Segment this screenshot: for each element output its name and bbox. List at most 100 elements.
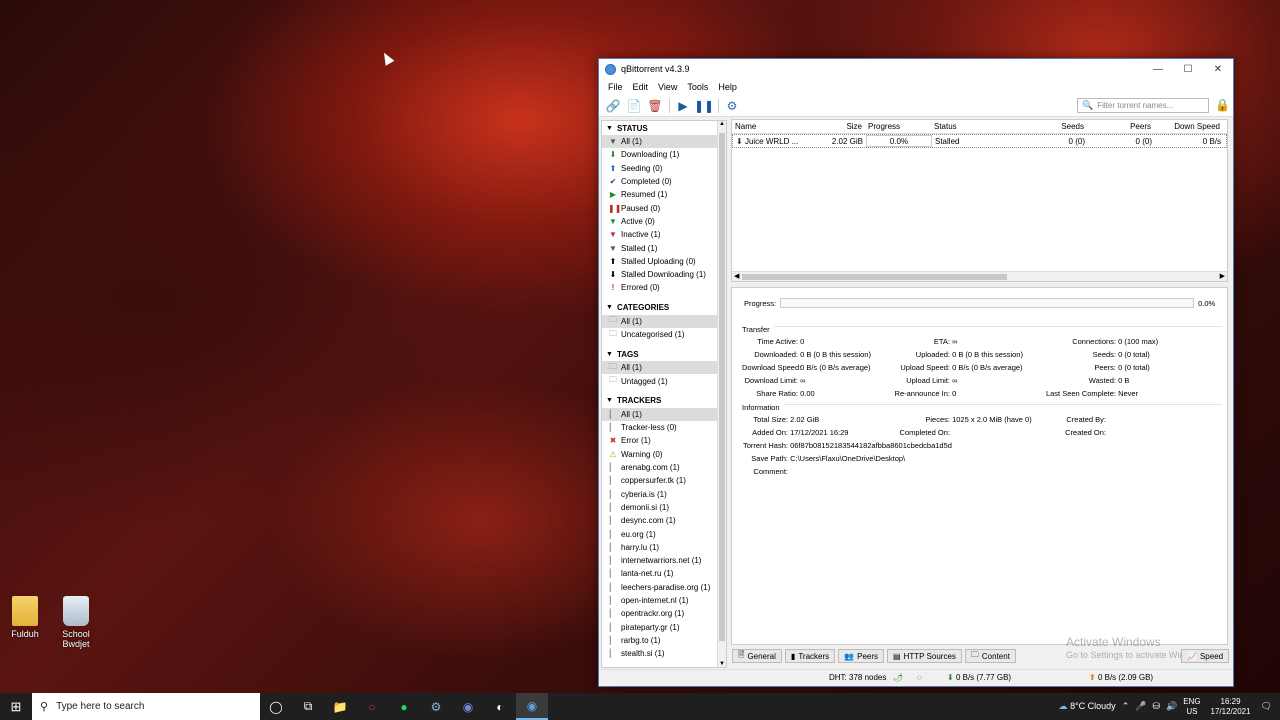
scroll-right-icon[interactable]: ▶ xyxy=(1220,272,1225,280)
status-stalled-downloading[interactable]: ⬇ Stalled Downloading (1) xyxy=(602,268,726,281)
tracker-item[interactable]: ⚠ Warning (0) xyxy=(602,448,726,461)
tracker-item[interactable]: ▏ arenabg.com (1) xyxy=(602,461,726,474)
steam-app[interactable]: ⚙ xyxy=(420,693,452,720)
qbittorrent-app[interactable]: ◉ xyxy=(516,693,548,720)
category-all[interactable]: 🗀 All (1) xyxy=(602,314,726,328)
status-seeding[interactable]: ⬆ Seeding (0) xyxy=(602,162,726,175)
delete-button[interactable]: 🗑 xyxy=(645,97,665,115)
scroll-left-icon[interactable]: ◀ xyxy=(734,272,739,280)
clock[interactable]: 16:29 17/12/2021 xyxy=(1207,697,1255,717)
cortana-button[interactable]: ◯ xyxy=(260,693,292,720)
title-bar[interactable]: qBittorrent v4.3.9 — ☐ ✕ xyxy=(599,59,1233,79)
tracker-item[interactable]: ▏ pirateparty.gr (1) xyxy=(602,621,726,634)
column-name[interactable]: Name xyxy=(732,122,797,131)
tags-section-header[interactable]: ▼ TAGS xyxy=(602,347,726,361)
column-size[interactable]: Size xyxy=(797,122,865,131)
tracker-item[interactable]: ▏ open-internet.nl (1) xyxy=(602,594,726,607)
tracker-item[interactable]: ▏ demonii.si (1) xyxy=(602,501,726,514)
volume-icon[interactable]: 🔊 xyxy=(1166,701,1177,712)
close-button[interactable]: ✕ xyxy=(1203,59,1233,79)
desktop-icon-recycle-bin[interactable]: School Bwdjet xyxy=(51,596,101,649)
add-torrent-file-button[interactable]: 📄 xyxy=(624,97,644,115)
tracker-item[interactable]: ✖ Error (1) xyxy=(602,434,726,447)
file-explorer-app[interactable]: 📁 xyxy=(324,693,356,720)
tag-all[interactable]: 🗀 All (1) xyxy=(602,361,726,375)
speed-limit-icon[interactable]: ◌ xyxy=(917,673,922,682)
weather-widget[interactable]: ☁ 8°C Cloudy xyxy=(1059,701,1116,712)
pause-button[interactable]: ❚❚ xyxy=(694,97,714,115)
menu-edit[interactable]: Edit xyxy=(628,82,654,92)
resume-button[interactable]: ▶ xyxy=(673,97,693,115)
sidebar-scrollbar[interactable]: ▲ ▼ xyxy=(717,121,726,667)
chevron-up-icon[interactable]: ⌃ xyxy=(1122,701,1130,712)
status-all[interactable]: ▼ All (1) xyxy=(602,135,726,149)
status-completed[interactable]: ✔ Completed (0) xyxy=(602,175,726,188)
tracker-item[interactable]: ▏ All (1) xyxy=(602,407,726,422)
status-active[interactable]: ▼ Active (0) xyxy=(602,215,726,228)
tracker-item[interactable]: ▏ internetwarriors.net (1) xyxy=(602,554,726,567)
horizontal-scrollbar[interactable]: ◀ ▶ xyxy=(732,271,1227,281)
add-link-button[interactable]: 🔗 xyxy=(603,97,623,115)
tracker-item[interactable]: ▏ lanta-net.ru (1) xyxy=(602,567,726,580)
lock-icon[interactable]: 🔒 xyxy=(1215,98,1230,113)
tracker-item[interactable]: ▏ opentrackr.org (1) xyxy=(602,607,726,620)
language-indicator[interactable]: ENG US xyxy=(1183,697,1200,717)
status-stalled[interactable]: ▼ Stalled (1) xyxy=(602,241,726,254)
tracker-item[interactable]: ▏ coppersurfer.tk (1) xyxy=(602,474,726,487)
desktop-icon-folder[interactable]: Fulduh xyxy=(0,596,50,639)
status-paused[interactable]: ❚❚ Paused (0) xyxy=(602,201,726,214)
column-status[interactable]: Status xyxy=(931,122,1021,131)
kv-value[interactable]: 06f87b08152183544182afbba8601cbedcba1d5d xyxy=(790,441,952,450)
connection-status-icon[interactable]: 🌶 xyxy=(893,673,903,682)
scrollbar-thumb[interactable] xyxy=(742,274,1007,280)
tag-untagged[interactable]: 🗀 Untagged (1) xyxy=(602,374,726,387)
column-seeds[interactable]: Seeds xyxy=(1021,122,1087,131)
status-resumed[interactable]: ▶ Resumed (1) xyxy=(602,188,726,201)
scroll-up-icon[interactable]: ▲ xyxy=(719,121,725,127)
tab-http-sources[interactable]: ▤ HTTP Sources xyxy=(887,649,962,663)
taskbar-search-box[interactable]: ⚲ Type here to search xyxy=(32,693,260,720)
column-peers[interactable]: Peers xyxy=(1087,122,1154,131)
unity-app[interactable]: ◐ xyxy=(484,693,516,720)
tab-trackers[interactable]: ▮ Trackers xyxy=(784,649,836,663)
tracker-item[interactable]: ▏ harry.lu (1) xyxy=(602,541,726,554)
tracker-item[interactable]: ▏ stealth.si (1) xyxy=(602,647,726,660)
menu-tools[interactable]: Tools xyxy=(682,82,713,92)
status-stalled-uploading[interactable]: ⬆ Stalled Uploading (0) xyxy=(602,255,726,268)
menu-help[interactable]: Help xyxy=(713,82,742,92)
tracker-item[interactable]: ▏ eu.org (1) xyxy=(602,527,726,540)
kv-value[interactable]: C:\Users\Flaxu\OneDrive\Desktop\ xyxy=(790,454,905,463)
status-errored[interactable]: ! Errored (0) xyxy=(602,281,726,294)
menu-view[interactable]: View xyxy=(653,82,682,92)
tab-content[interactable]: 🗀 Content xyxy=(964,649,1016,663)
status-inactive[interactable]: ▼ Inactive (1) xyxy=(602,228,726,241)
status-downloading[interactable]: ⬇ Downloading (1) xyxy=(602,148,726,161)
category-uncategorised[interactable]: 🗀 Uncategorised (1) xyxy=(602,328,726,341)
torrent-row[interactable]: ⬇ Juice WRLD ... 2.02 GiB 0.0% Stalled 0… xyxy=(732,134,1227,148)
opera-app[interactable]: ○ xyxy=(356,693,388,720)
minimize-button[interactable]: — xyxy=(1143,59,1173,79)
filter-search-input[interactable]: 🔍 Filter torrent names... xyxy=(1077,98,1209,113)
menu-file[interactable]: File xyxy=(603,82,628,92)
tracker-item[interactable]: ▏ cyberia.is (1) xyxy=(602,488,726,501)
tracker-item[interactable]: ▏ desync.com (1) xyxy=(602,514,726,527)
upload-speed-status[interactable]: ⬆ 0 B/s (2.09 GB) xyxy=(1089,673,1153,682)
scrollbar-thumb[interactable] xyxy=(719,133,725,641)
tab-speed[interactable]: 📈 Speed xyxy=(1181,649,1230,663)
column-down-speed[interactable]: Down Speed xyxy=(1154,122,1223,131)
scroll-down-icon[interactable]: ▼ xyxy=(719,661,725,667)
spotify-app[interactable]: ● xyxy=(388,693,420,720)
categories-section-header[interactable]: ▼ CATEGORIES xyxy=(602,301,726,315)
start-button[interactable]: ⊞ xyxy=(0,693,32,720)
trackers-section-header[interactable]: ▼ TRACKERS xyxy=(602,394,726,408)
tracker-item[interactable]: ▏ leechers-paradise.org (1) xyxy=(602,581,726,594)
tracker-item[interactable]: ▏ Tracker-less (0) xyxy=(602,421,726,434)
network-icon[interactable]: ⛁ xyxy=(1152,701,1160,712)
column-progress[interactable]: Progress xyxy=(865,122,931,131)
tab-general[interactable]: 🗎 General xyxy=(732,649,782,663)
options-button[interactable]: ⚙ xyxy=(722,97,742,115)
download-speed-status[interactable]: ⬇ 0 B/s (7.77 GB) xyxy=(947,673,1011,682)
status-section-header[interactable]: ▼ STATUS xyxy=(602,121,726,135)
notification-icon[interactable]: 🗨 xyxy=(1261,701,1272,712)
task-view-button[interactable]: ⧉ xyxy=(292,693,324,720)
